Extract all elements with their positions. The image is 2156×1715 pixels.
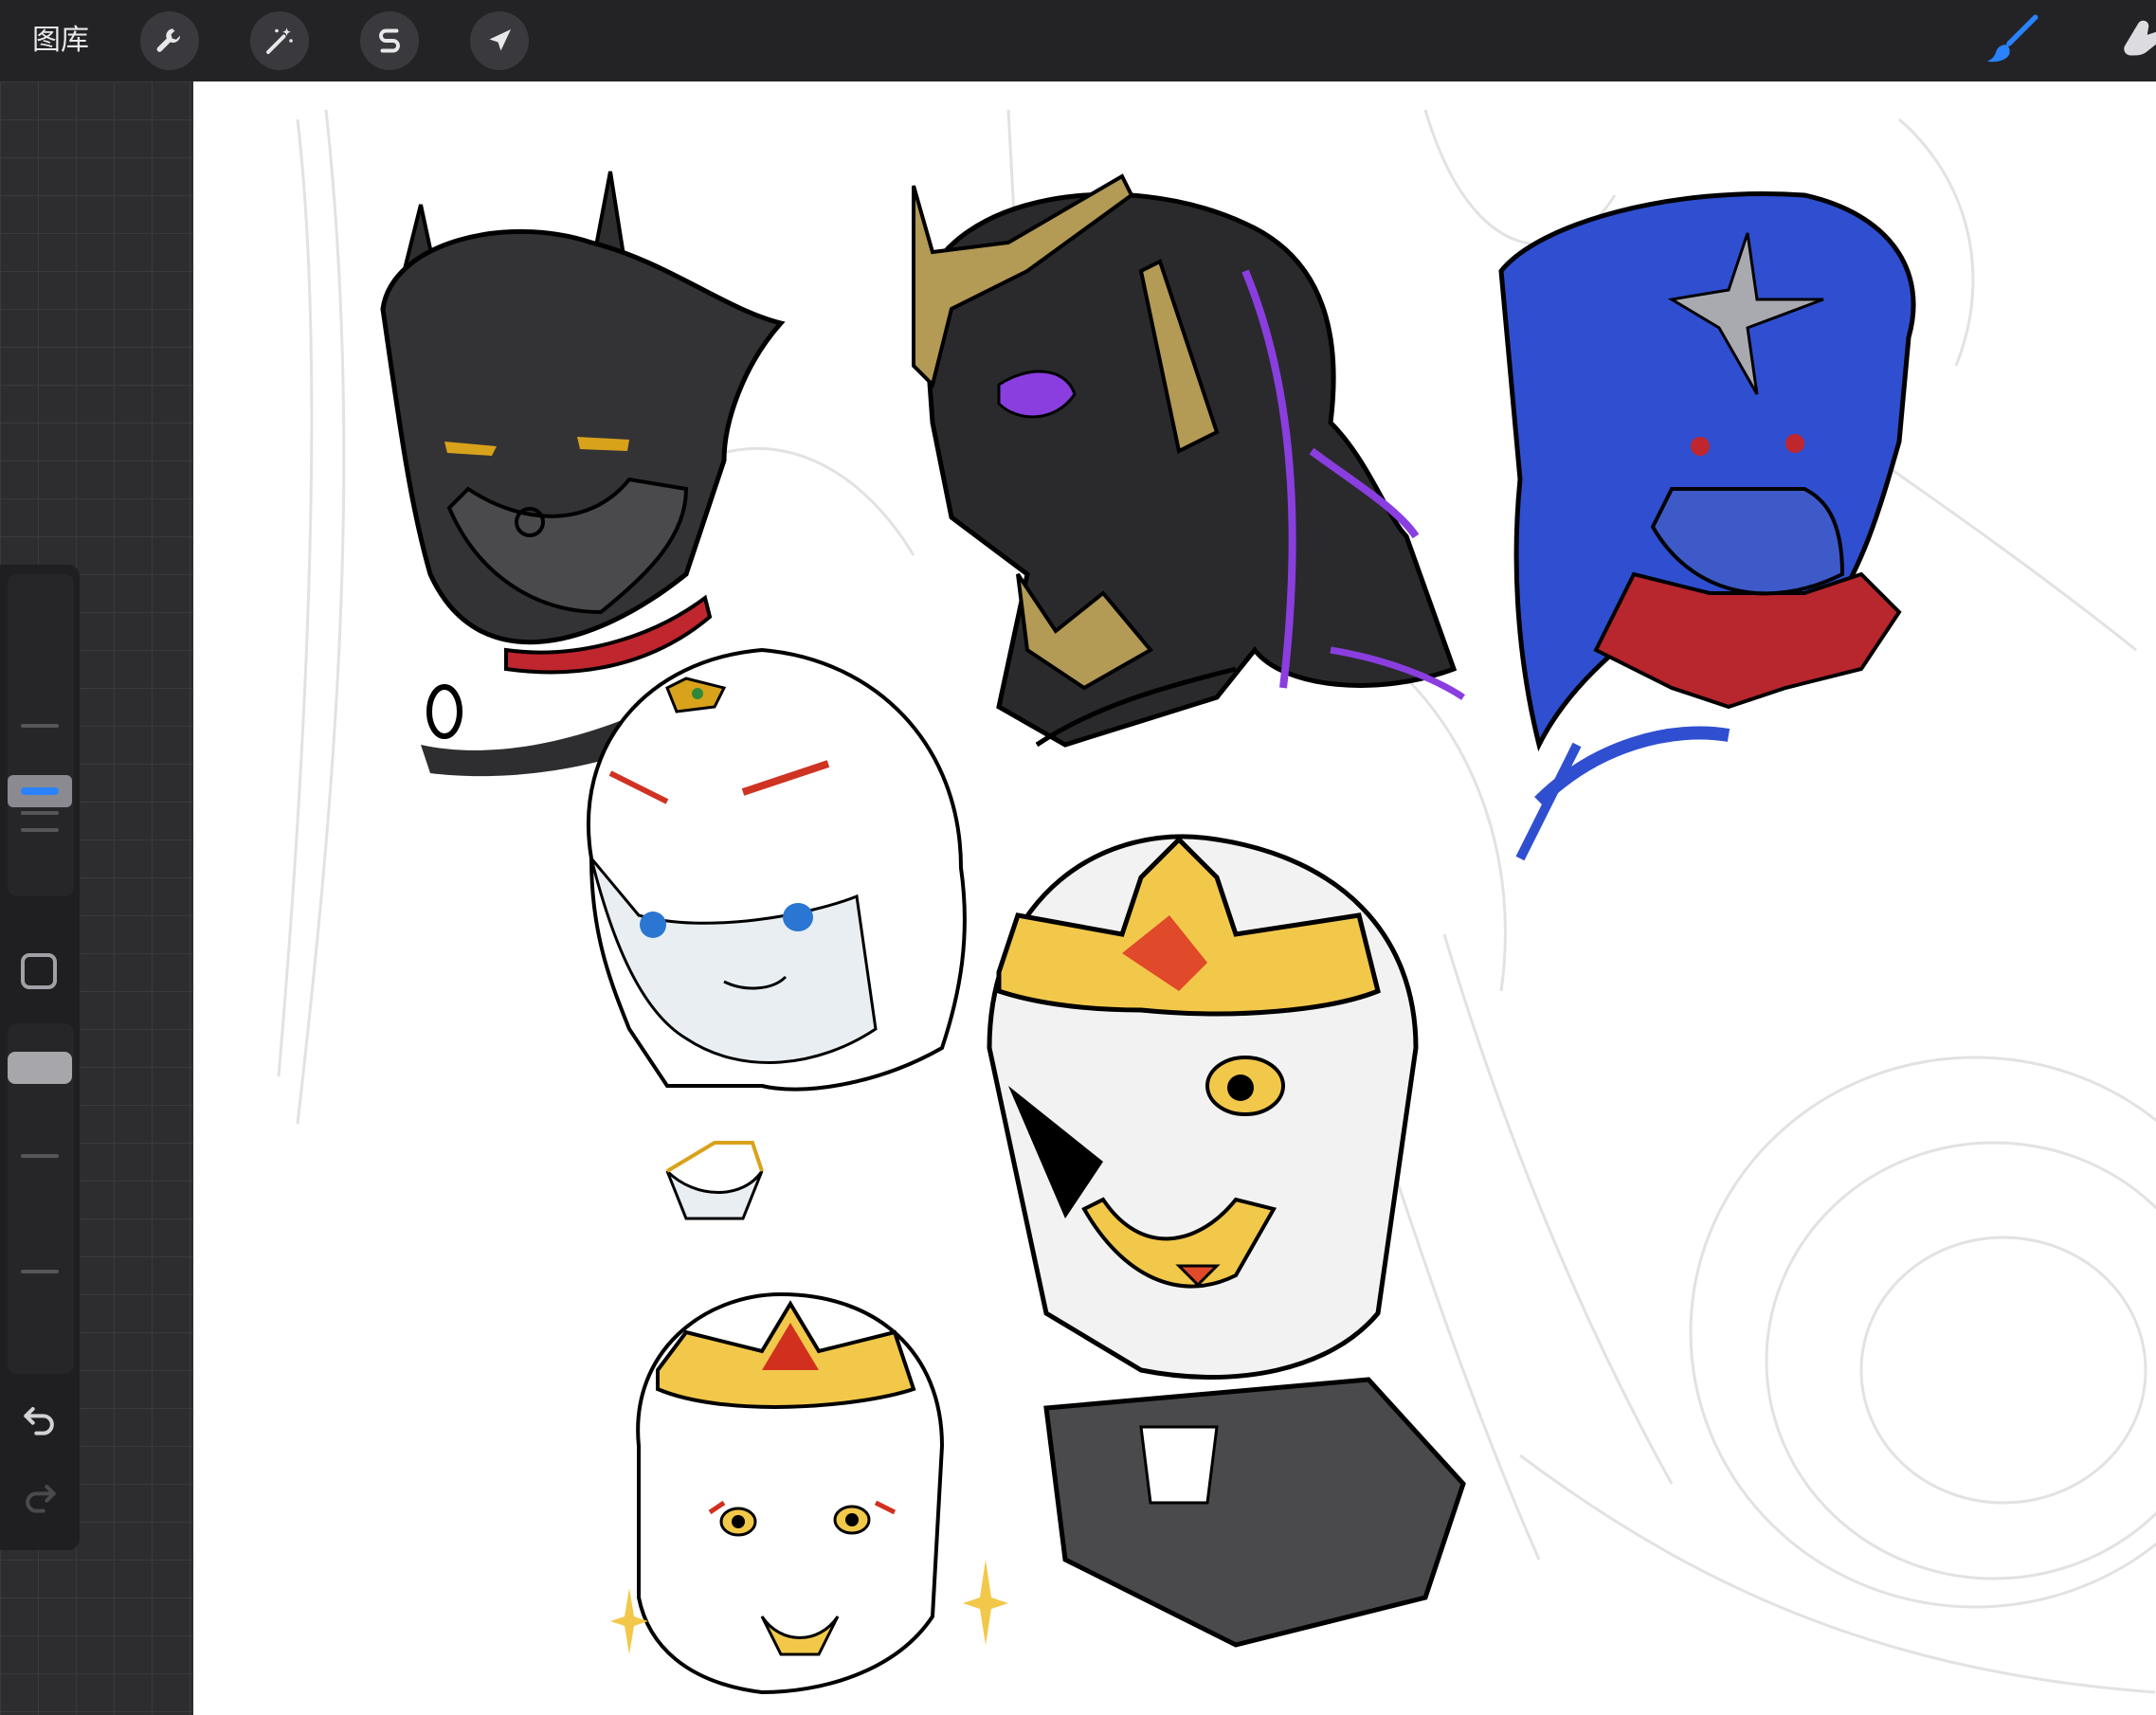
brush-opacity-thumb[interactable] <box>8 1052 72 1084</box>
sketch-artwork <box>277 109 2156 1695</box>
size-tick <box>21 811 59 815</box>
size-tick <box>21 724 59 728</box>
drawing-canvas[interactable] <box>193 81 2156 1715</box>
smudge-icon[interactable] <box>2109 11 2156 70</box>
wrench-icon[interactable] <box>140 11 199 70</box>
square-modify-icon[interactable] <box>21 953 57 989</box>
magic-wand-icon[interactable] <box>250 11 309 70</box>
golden-crown-armored-character <box>987 834 1466 1648</box>
brush-size-thumb[interactable] <box>8 775 72 807</box>
crowned-purple-eye-character <box>912 173 1465 748</box>
undo-icon[interactable] <box>17 1399 63 1440</box>
opacity-tick <box>21 1270 59 1273</box>
top-toolbar: 图库 <box>0 0 2156 81</box>
brush-icon[interactable] <box>1981 11 2043 70</box>
transform-arrow-icon <box>489 29 511 51</box>
selection-s-icon <box>379 28 400 53</box>
adjustments-magic-wand-icon <box>266 27 293 54</box>
brush-size-slider[interactable] <box>8 574 74 896</box>
transform-icon[interactable] <box>470 11 529 70</box>
gallery-button[interactable]: 图库 <box>32 19 89 63</box>
paintbrush-icon <box>1986 14 2038 63</box>
redo-icon[interactable] <box>17 1476 63 1518</box>
opacity-tick <box>21 1154 59 1158</box>
size-tick <box>21 828 59 832</box>
size-indicator <box>21 787 59 795</box>
actions-wrench-icon <box>156 28 181 52</box>
finger-smudge-icon <box>2124 20 2156 56</box>
selection-icon[interactable] <box>360 11 419 70</box>
white-haired-blue-eye-girl <box>586 647 967 1220</box>
small-crowned-girl <box>610 1291 1008 1695</box>
blue-haired-character <box>1498 190 1916 861</box>
